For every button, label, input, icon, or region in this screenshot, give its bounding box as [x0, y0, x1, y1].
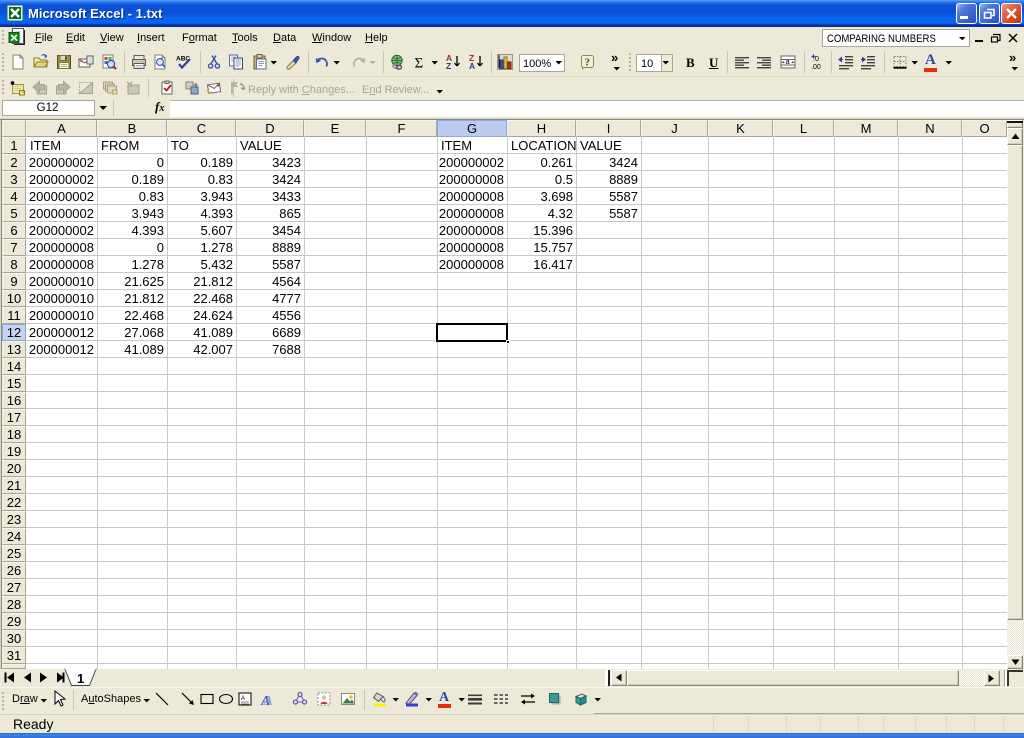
svg-text:A: A: [263, 694, 273, 709]
svg-text:.00: .00: [811, 64, 821, 71]
svg-text:Z: Z: [446, 61, 451, 71]
svg-text:A: A: [469, 61, 475, 71]
svg-text:A: A: [241, 696, 245, 702]
svg-text:Σ: Σ: [415, 56, 424, 72]
svg-text:?: ?: [585, 57, 591, 69]
